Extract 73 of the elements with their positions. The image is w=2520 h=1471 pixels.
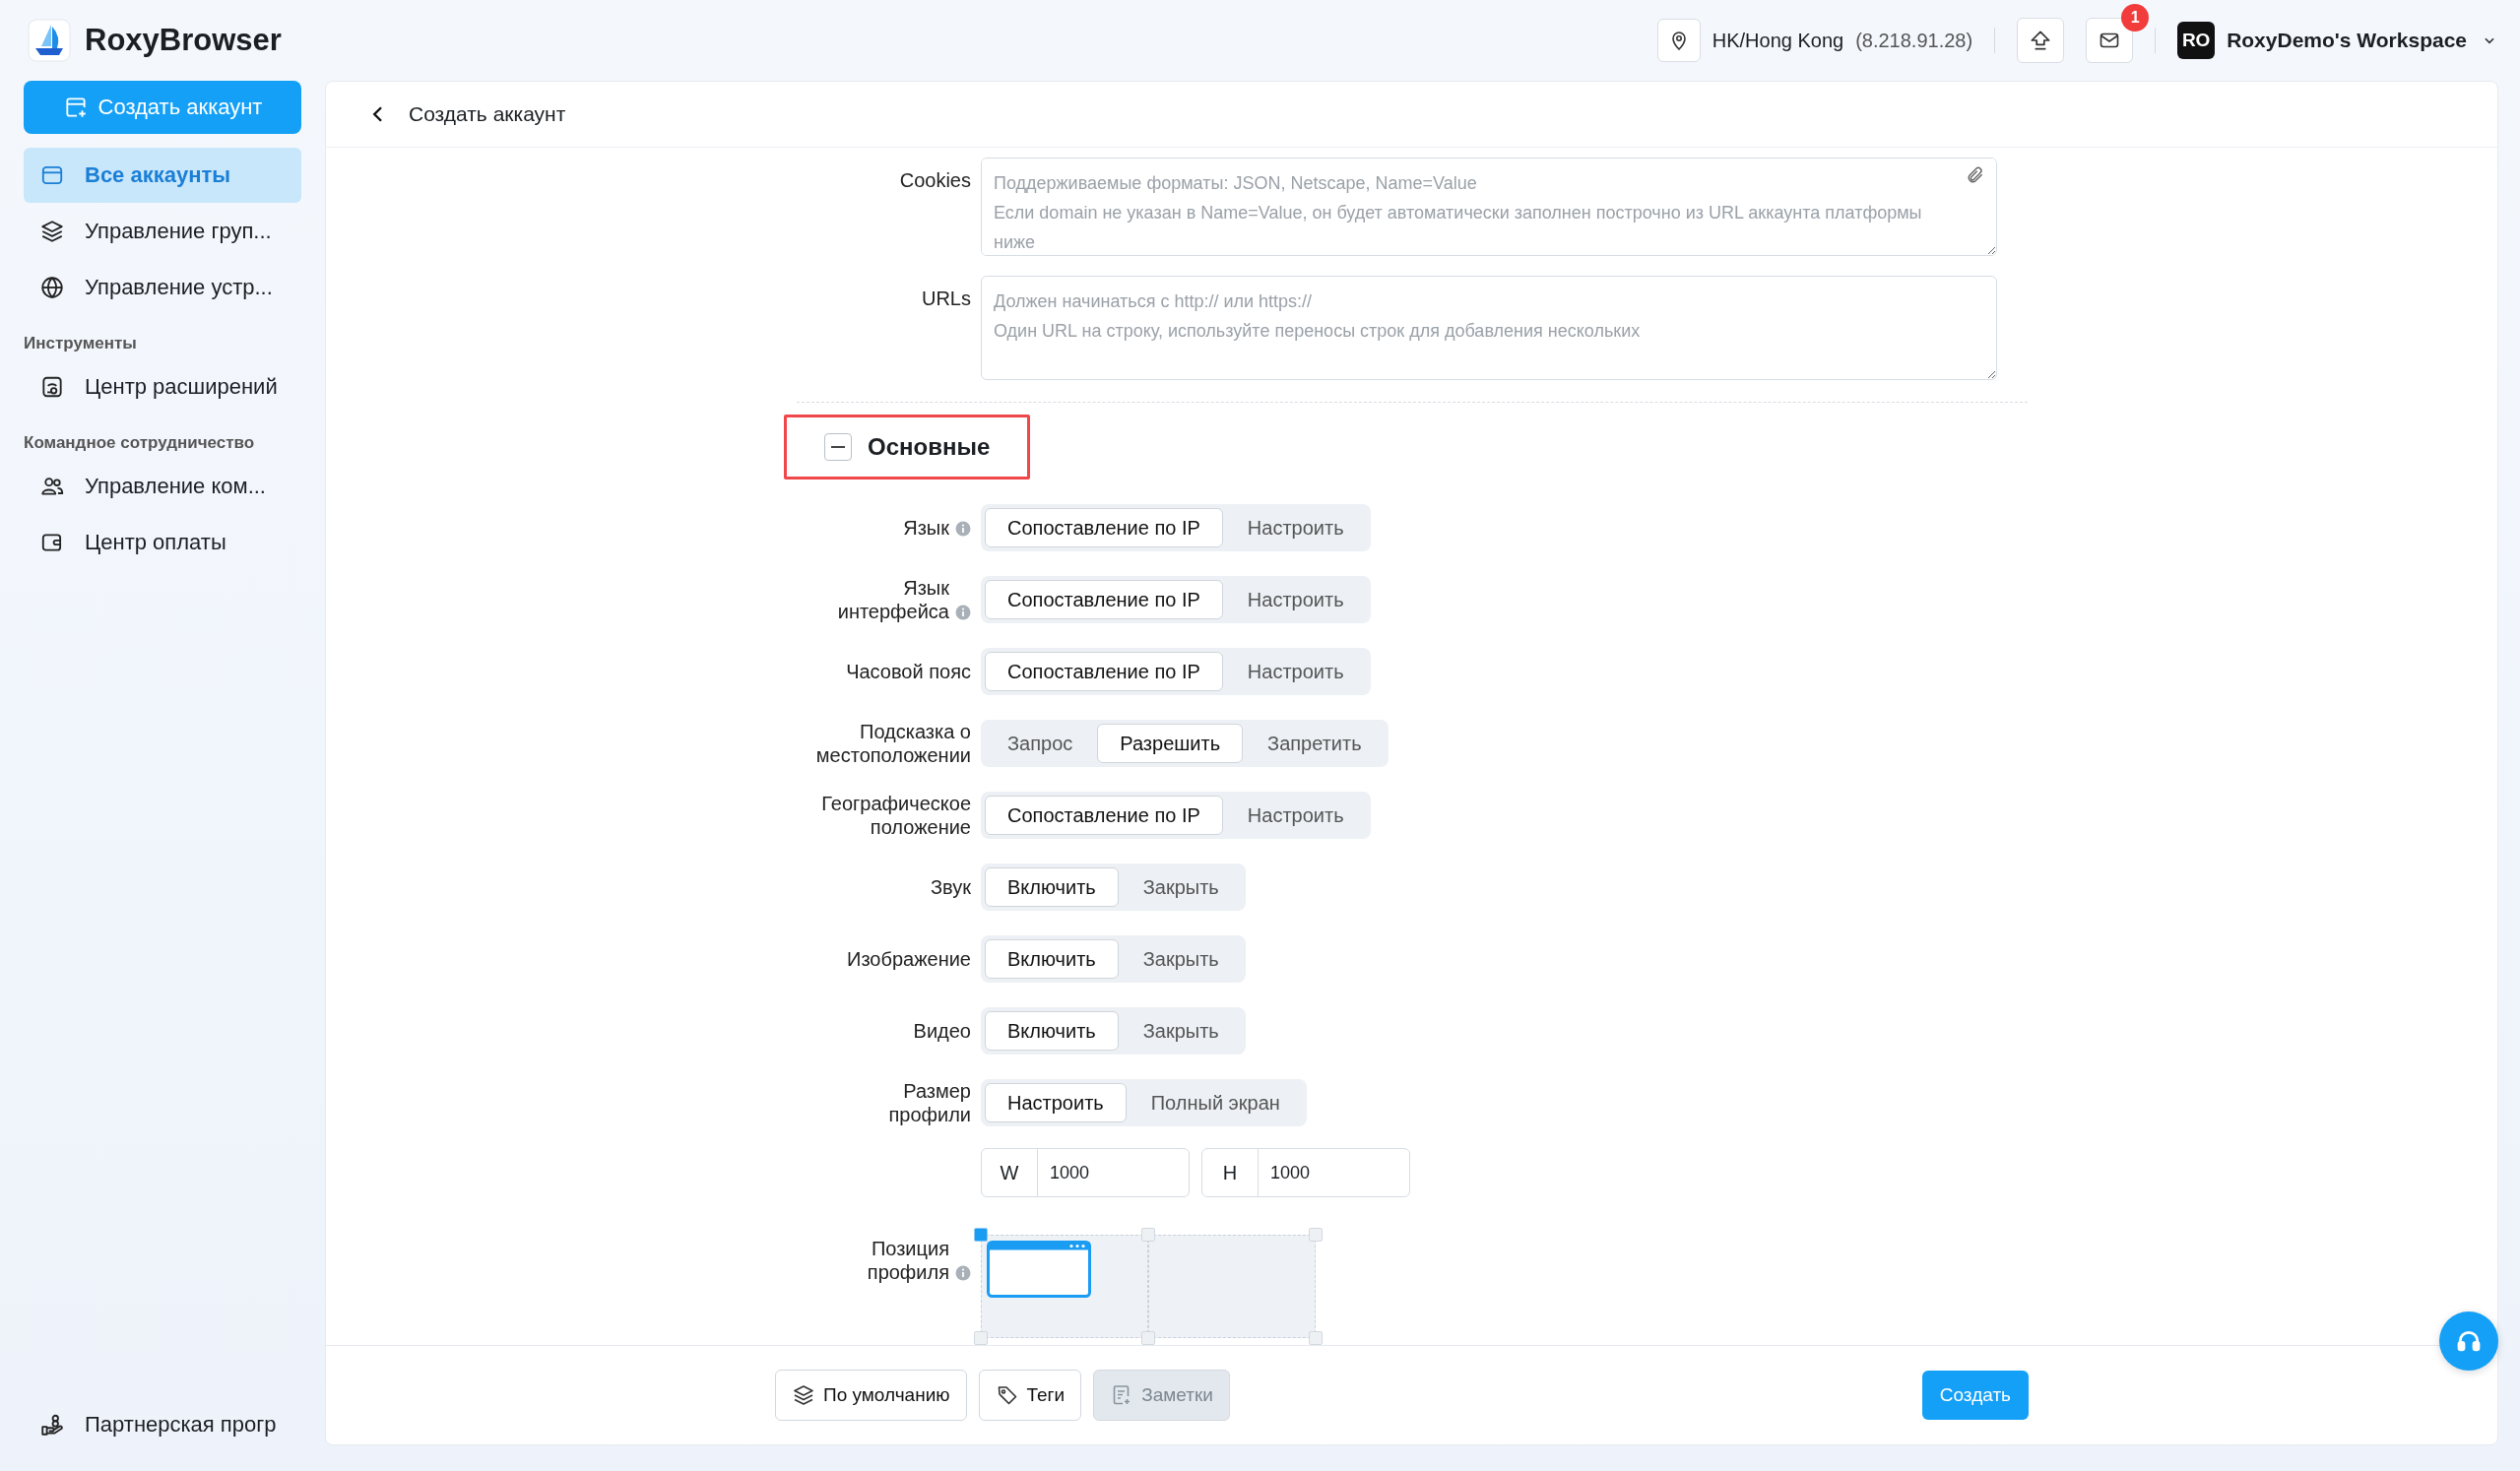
field-label: Видео xyxy=(912,1019,972,1043)
workspace-name[interactable]: RoxyDemo's Workspace xyxy=(2227,29,2467,52)
info-icon[interactable] xyxy=(955,605,971,620)
position-handle[interactable] xyxy=(974,1228,988,1242)
field-label: Звук xyxy=(930,875,972,899)
segment-option[interactable]: Настроить xyxy=(1224,652,1367,691)
segment-option[interactable]: Настроить xyxy=(1224,796,1367,835)
footer-button[interactable]: Теги xyxy=(978,1370,1082,1421)
segment-option[interactable]: Закрыть xyxy=(1120,867,1242,907)
field-label: Часовой пояс xyxy=(845,660,972,683)
location-text: HK/Hong Kong xyxy=(1712,29,1844,52)
segment-option[interactable]: Включить xyxy=(985,1011,1119,1051)
field-label: Позиция профиля xyxy=(764,1235,981,1284)
ip-address: (8.218.91.28) xyxy=(1855,29,1973,52)
paperclip-icon[interactable] xyxy=(1966,165,1985,185)
segment-option[interactable]: Разрешить xyxy=(1097,724,1244,763)
sidebar-item[interactable]: Управление ком... xyxy=(24,459,301,514)
panel-title: Создать аккаунт xyxy=(409,102,566,126)
segment-option[interactable]: Сопоставление по IP xyxy=(985,796,1223,835)
segment-option[interactable]: Запрос xyxy=(985,724,1096,763)
sidebar-section-heading: Инструменты xyxy=(24,334,138,353)
position-handle[interactable] xyxy=(1309,1228,1323,1242)
hand-coins-icon xyxy=(39,1412,65,1438)
field-label: Язык интерфейса xyxy=(764,576,981,623)
location-pin-icon[interactable] xyxy=(1656,19,1701,62)
segment-option[interactable]: Настроить xyxy=(1224,580,1367,619)
segment-option[interactable]: Полный экран xyxy=(1128,1083,1303,1122)
segment-option[interactable]: Закрыть xyxy=(1120,1011,1242,1051)
field-label: Cookies xyxy=(898,168,972,192)
cookies-field[interactable]: Поддерживаемые форматы: JSON, Netscape, Name=Value Если domain не указан в Name=Value, он будет автоматически заполнен построчно из URL аккаунта платформы ниже xyxy=(981,158,1997,256)
size-field[interactable]: H 1000 xyxy=(1201,1148,1410,1197)
segment-option[interactable]: Настроить xyxy=(985,1083,1127,1122)
segment-option[interactable]: Сопоставление по IP xyxy=(985,580,1223,619)
sidebar-item[interactable]: Управление устр... xyxy=(24,260,301,315)
segment-option[interactable]: Настроить xyxy=(1224,508,1367,547)
segment-option[interactable]: Закрыть xyxy=(1120,939,1242,979)
field-label: Подсказка о местоположении xyxy=(814,720,972,767)
app-name: RoxyBrowser xyxy=(85,23,282,58)
field-label: Изображение xyxy=(846,947,972,971)
globe-icon xyxy=(39,275,65,300)
notification-badge: 1 xyxy=(2121,4,2150,32)
store-icon xyxy=(39,374,65,400)
layers-icon xyxy=(39,219,65,244)
sidebar-item[interactable]: Центр оплаты xyxy=(24,515,301,570)
footer-button[interactable]: По умолчанию xyxy=(775,1370,967,1421)
sidebar-item[interactable]: Управление груп... xyxy=(24,204,301,259)
field-label: Размер профили xyxy=(887,1079,972,1126)
field-label: Географическое положение xyxy=(820,792,972,839)
section-header[interactable]: Основные xyxy=(784,415,1031,480)
info-icon[interactable] xyxy=(955,521,971,537)
collapse-toggle[interactable] xyxy=(824,433,852,461)
upload-button[interactable] xyxy=(2017,18,2065,63)
field-label: Язык xyxy=(764,516,981,540)
browser-window-icon xyxy=(987,1241,1091,1298)
urls-field[interactable]: Должен начинаться с http:// или https:// Один URL на строку, используйте переносы строк для добавления нескольких xyxy=(981,276,1997,380)
segment-option[interactable]: Сопоставление по IP xyxy=(985,508,1223,547)
position-handle[interactable] xyxy=(1141,1228,1155,1242)
layers-icon xyxy=(792,1383,815,1407)
segment-option[interactable]: Включить xyxy=(985,867,1119,907)
workspace-avatar: RO xyxy=(2177,22,2216,59)
sidebar-section-heading: Командное сотрудничество xyxy=(24,433,256,453)
position-handle[interactable] xyxy=(974,1331,988,1345)
field-label: URLs xyxy=(921,287,972,310)
position-handle[interactable] xyxy=(1141,1331,1155,1345)
partner-program-item[interactable]: Партнерская прогр xyxy=(24,1397,301,1452)
sidebar-item[interactable]: Центр расширений xyxy=(24,359,301,415)
sailboat-logo-icon xyxy=(28,19,71,62)
segment-option[interactable]: Сопоставление по IP xyxy=(985,652,1223,691)
position-handle[interactable] xyxy=(1309,1331,1323,1345)
info-icon[interactable] xyxy=(955,1265,971,1281)
size-field[interactable]: W 1000 xyxy=(981,1148,1190,1197)
segment-option[interactable]: Запретить xyxy=(1245,724,1385,763)
segment-option[interactable]: Включить xyxy=(985,939,1119,979)
